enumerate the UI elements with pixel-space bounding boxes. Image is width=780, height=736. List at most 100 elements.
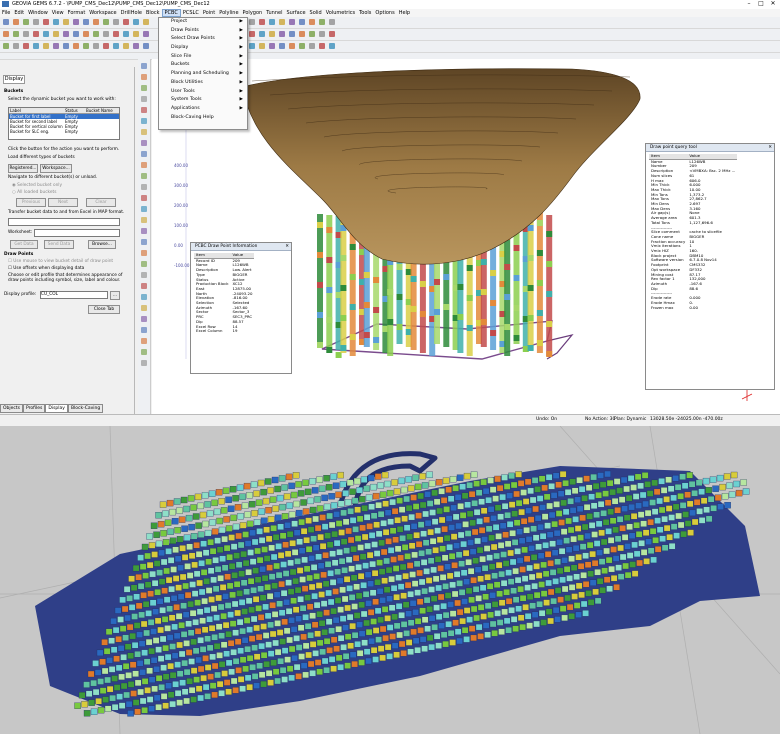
toolbar-tool-icon[interactable] <box>63 43 69 49</box>
menu-view[interactable]: View <box>50 9 66 17</box>
tab-block-caving[interactable]: Block-Caving <box>67 404 104 413</box>
tab-profiles[interactable]: Profiles <box>23 404 46 413</box>
view-tool-icon[interactable] <box>141 217 147 223</box>
toolbar-tool-icon[interactable] <box>279 19 285 25</box>
toolbar-tool-icon[interactable] <box>299 19 305 25</box>
menu-format[interactable]: Format <box>66 9 88 17</box>
toolbar-tool-icon[interactable] <box>269 43 275 49</box>
toolbar-tool-icon[interactable] <box>133 31 139 37</box>
toolbar-tool-icon[interactable] <box>289 43 295 49</box>
toolbar-tool-icon[interactable] <box>289 19 295 25</box>
tab-display[interactable]: Display <box>45 404 68 413</box>
view-tool-icon[interactable] <box>141 283 147 289</box>
menu-tunnel[interactable]: Tunnel <box>264 9 284 17</box>
toolbar-tool-icon[interactable] <box>23 43 29 49</box>
menu-block[interactable]: Block <box>144 9 162 17</box>
toolbar-tool-icon[interactable] <box>123 43 129 49</box>
toolbar-tool-icon[interactable] <box>63 31 69 37</box>
pcbc-menu-item-project[interactable]: Project ▶ <box>159 18 247 27</box>
toolbar-tool-icon[interactable] <box>299 31 305 37</box>
pcbc-menu-item-block-utilities[interactable]: Block Utilities ▶ <box>159 79 247 88</box>
toolbar-tool-icon[interactable] <box>23 31 29 37</box>
view-tool-icon[interactable] <box>141 63 147 69</box>
pcbc-menu-item-system-tools[interactable]: System Tools ▶ <box>159 96 247 105</box>
toolbar-tool-icon[interactable] <box>113 19 119 25</box>
toolbar-tool-icon[interactable] <box>143 43 149 49</box>
toolbar-tool-icon[interactable] <box>13 31 19 37</box>
toolbar-tool-icon[interactable] <box>329 43 335 49</box>
toolbar-tool-icon[interactable] <box>279 31 285 37</box>
toolbar-tool-icon[interactable] <box>103 43 109 49</box>
toolbar-tool-icon[interactable] <box>143 31 149 37</box>
view-tool-icon[interactable] <box>141 305 147 311</box>
previous-button[interactable]: Previous <box>16 198 46 207</box>
clear-button[interactable]: Clear <box>86 198 116 207</box>
send-data-button[interactable]: Send Data <box>44 240 74 249</box>
close-icon[interactable]: ✕ <box>285 243 289 250</box>
toolbar-tool-icon[interactable] <box>133 19 139 25</box>
view-tool-icon[interactable] <box>141 338 147 344</box>
toolbar-tool-icon[interactable] <box>319 43 325 49</box>
view-tool-icon[interactable] <box>141 151 147 157</box>
toolbar-tool-icon[interactable] <box>33 19 39 25</box>
toolbar-tool-icon[interactable] <box>83 19 89 25</box>
toolbar-tool-icon[interactable] <box>83 31 89 37</box>
view-tool-icon[interactable] <box>141 239 147 245</box>
toolbar-tool-icon[interactable] <box>309 31 315 37</box>
toolbar-tool-icon[interactable] <box>53 19 59 25</box>
toolbar-tool-icon[interactable] <box>33 31 39 37</box>
toolbar-tool-icon[interactable] <box>93 19 99 25</box>
toolbar-tool-icon[interactable] <box>83 43 89 49</box>
view-tool-icon[interactable] <box>141 184 147 190</box>
toolbar-tool-icon[interactable] <box>3 31 9 37</box>
get-data-button[interactable]: Get Data <box>10 240 38 249</box>
toolbar-tool-icon[interactable] <box>259 43 265 49</box>
toolbar-tool-icon[interactable] <box>319 31 325 37</box>
workspace-button[interactable]: Workspace... <box>40 164 72 173</box>
toolbar-tool-icon[interactable] <box>309 43 315 49</box>
toolbar-tool-icon[interactable] <box>259 31 265 37</box>
minimize-icon[interactable]: – <box>743 0 755 8</box>
toolbar-tool-icon[interactable] <box>133 43 139 49</box>
view-tool-icon[interactable] <box>141 272 147 278</box>
toolbar-tool-icon[interactable] <box>43 19 49 25</box>
menu-pcbc[interactable]: PCBC <box>161 9 181 17</box>
view-tool-icon[interactable] <box>141 261 147 267</box>
pcbc-menu-item-slice-file[interactable]: Slice File ▶ <box>159 53 247 62</box>
view-tool-icon[interactable] <box>141 140 147 146</box>
menu-volumetrics[interactable]: Volumetrics <box>324 9 357 17</box>
toolbar-tool-icon[interactable] <box>93 31 99 37</box>
toolbar-tool-icon[interactable] <box>73 31 79 37</box>
toolbar-tool-icon[interactable] <box>3 19 9 25</box>
toolbar-tool-icon[interactable] <box>53 31 59 37</box>
menu-workspace[interactable]: Workspace <box>87 9 118 17</box>
toolbar-tool-icon[interactable] <box>103 19 109 25</box>
pcbc-menu-item-draw-points[interactable]: Draw Points ▶ <box>159 27 247 36</box>
display-profile-select[interactable]: CU_COL <box>40 291 108 299</box>
toolbar-tool-icon[interactable] <box>23 19 29 25</box>
toolbar-tool-icon[interactable] <box>309 19 315 25</box>
browse-button[interactable]: Browse... <box>88 240 116 249</box>
menu-polygon[interactable]: Polygon <box>241 9 265 17</box>
toolbar-tool-icon[interactable] <box>249 31 255 37</box>
radio-selected-bucket[interactable]: ◉ Selected bucket only <box>12 183 62 188</box>
toolbar-tool-icon[interactable] <box>289 31 295 37</box>
toolbar-tool-icon[interactable] <box>63 19 69 25</box>
menu-pcslc[interactable]: PCSLC <box>181 9 201 17</box>
toolbar-tool-icon[interactable] <box>103 31 109 37</box>
view-tool-icon[interactable] <box>141 96 147 102</box>
toolbar-tool-icon[interactable] <box>73 19 79 25</box>
tab-display-header[interactable]: Display <box>3 75 25 84</box>
pcbc-menu-item-applications[interactable]: Applications ▶ <box>159 105 247 114</box>
maximize-icon[interactable]: □ <box>755 0 767 8</box>
pcbc-menu-item-user-tools[interactable]: User Tools ▶ <box>159 88 247 97</box>
toolbar-tool-icon[interactable] <box>43 31 49 37</box>
view-tool-icon[interactable] <box>141 316 147 322</box>
toolbar-tool-icon[interactable] <box>259 19 265 25</box>
menu-solid[interactable]: Solid <box>308 9 324 17</box>
toolbar-tool-icon[interactable] <box>93 43 99 49</box>
toolbar-tool-icon[interactable] <box>13 19 19 25</box>
menu-surface[interactable]: Surface <box>284 9 307 17</box>
toolbar-tool-icon[interactable] <box>319 19 325 25</box>
close-tab-button[interactable]: Close Tab <box>88 305 120 314</box>
